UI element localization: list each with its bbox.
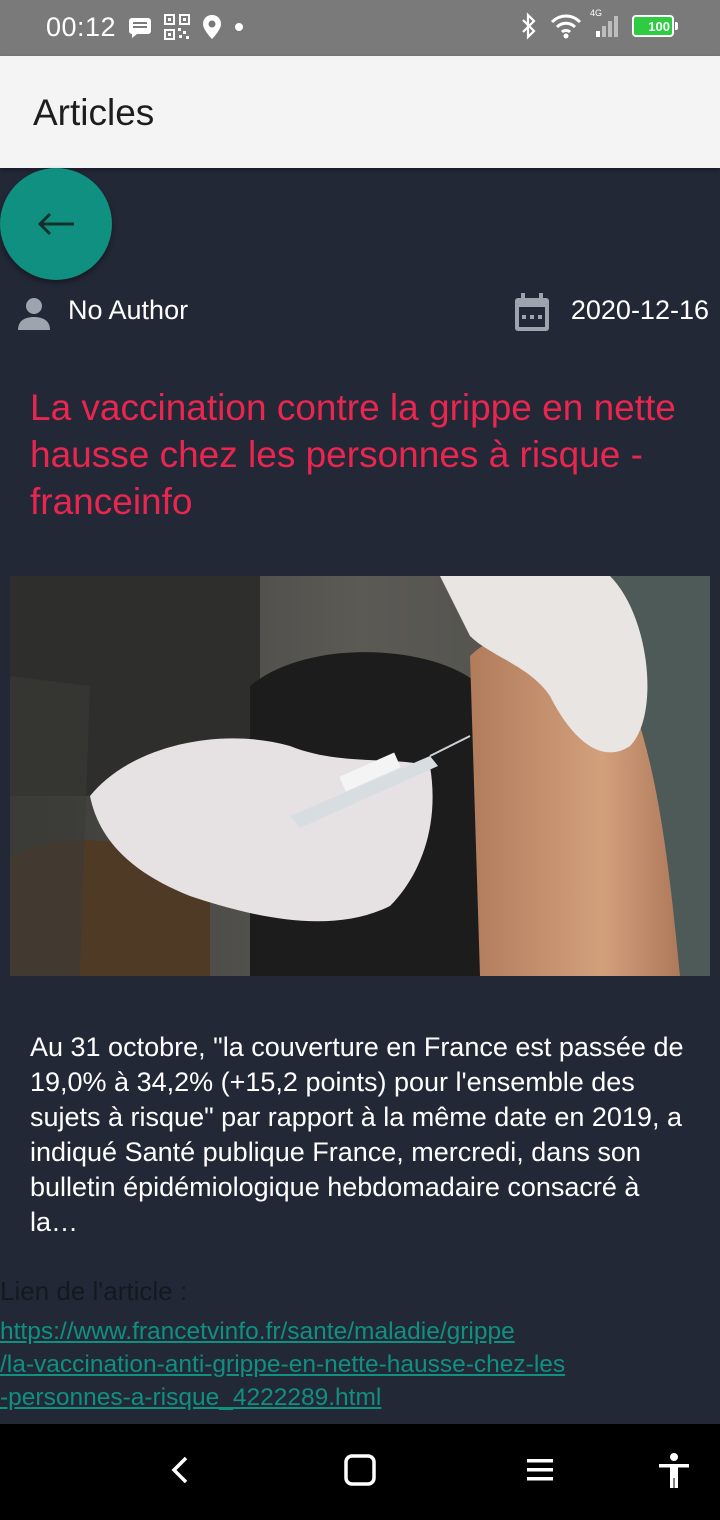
accessibility-icon[interactable]	[656, 1452, 692, 1490]
system-icons: 100	[520, 12, 678, 40]
article-date: 2020-12-16	[570, 295, 709, 325]
article-link[interactable]: https://www.francetvinfo.fr/sante/maladi…	[0, 1315, 690, 1414]
app-bar: Articles	[0, 56, 720, 168]
battery-icon: 100	[632, 15, 678, 37]
page-title: Articles	[33, 92, 155, 133]
back-button[interactable]	[0, 168, 112, 280]
vaccination-photo	[10, 576, 710, 976]
navigation-bar	[0, 1424, 720, 1520]
status-time: 00:12	[46, 12, 117, 42]
nav-home-icon[interactable]	[342, 1452, 378, 1488]
calendar-icon	[515, 293, 549, 331]
nav-menu-icon[interactable]	[524, 1452, 556, 1488]
dot-icon	[235, 23, 243, 31]
notification-icons	[128, 14, 244, 40]
wifi-icon	[550, 14, 582, 39]
article-image	[10, 576, 710, 976]
article-meta: No Author 2020-12-16	[0, 290, 720, 336]
arrow-left-icon	[37, 212, 74, 236]
status-bar: 00:12 4G 100	[0, 0, 720, 56]
bluetooth-icon	[522, 12, 536, 40]
article-link-label: Lien de l'article :	[0, 1276, 188, 1306]
article-description: Au 31 octobre, "la couverture en France …	[30, 1032, 684, 1237]
article-author: No Author	[68, 295, 189, 325]
location-icon	[203, 15, 221, 39]
qr-code-icon	[164, 14, 190, 40]
person-icon	[18, 298, 50, 330]
signal-icon	[596, 16, 618, 37]
article-title: La vaccination contre la grippe en nette…	[30, 387, 676, 522]
nav-back-icon[interactable]	[168, 1452, 194, 1488]
message-icon	[129, 18, 151, 38]
battery-level: 100	[648, 18, 670, 34]
